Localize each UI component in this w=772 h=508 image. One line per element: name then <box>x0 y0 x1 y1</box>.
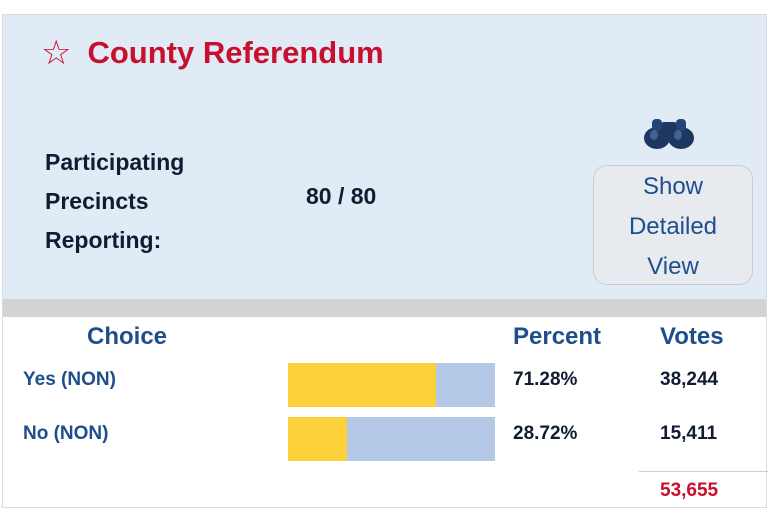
yes-percent: 71.28% <box>513 369 578 390</box>
no-vote-bar-fill <box>288 417 348 461</box>
section-divider <box>3 299 766 317</box>
percent-column-header: Percent <box>513 323 602 350</box>
no-votes: 15,411 <box>660 423 718 444</box>
show-detailed-view-button[interactable]: Show Detailed View <box>593 165 753 285</box>
star-icon[interactable]: ☆ <box>41 36 71 70</box>
no-percent: 28.72% <box>513 423 578 444</box>
yes-votes: 38,244 <box>660 369 719 390</box>
referendum-header: ☆ County Referendum Participating Precin… <box>3 14 766 299</box>
no-vote-bar <box>288 417 495 461</box>
precincts-label-line-3: Reporting: <box>45 227 162 253</box>
referendum-title: ☆ County Referendum <box>41 35 384 71</box>
choice-yes-label: Yes (NON) <box>23 369 116 390</box>
precincts-label-line-1: Participating <box>45 149 185 175</box>
yes-vote-bar-fill <box>288 363 436 407</box>
binoculars-icon[interactable] <box>643 116 695 150</box>
precincts-label-line-2: Precincts <box>45 188 149 214</box>
detail-button-line-1: Show <box>642 173 704 200</box>
precincts-label: Participating Precincts Reporting: <box>45 143 184 260</box>
votes-column-header: Votes <box>660 323 724 350</box>
detail-button-line-2: Detailed <box>628 213 718 240</box>
title-text: County Referendum <box>87 35 384 70</box>
total-votes: 53,655 <box>660 480 719 501</box>
total-divider <box>639 471 768 472</box>
yes-vote-bar <box>288 363 495 407</box>
detail-button-line-3: View <box>647 253 699 280</box>
choice-no-label: No (NON) <box>23 423 109 444</box>
referendum-card: ☆ County Referendum Participating Precin… <box>2 14 768 508</box>
precincts-count: 80 / 80 <box>306 183 377 209</box>
choice-column-header: Choice <box>87 323 168 350</box>
